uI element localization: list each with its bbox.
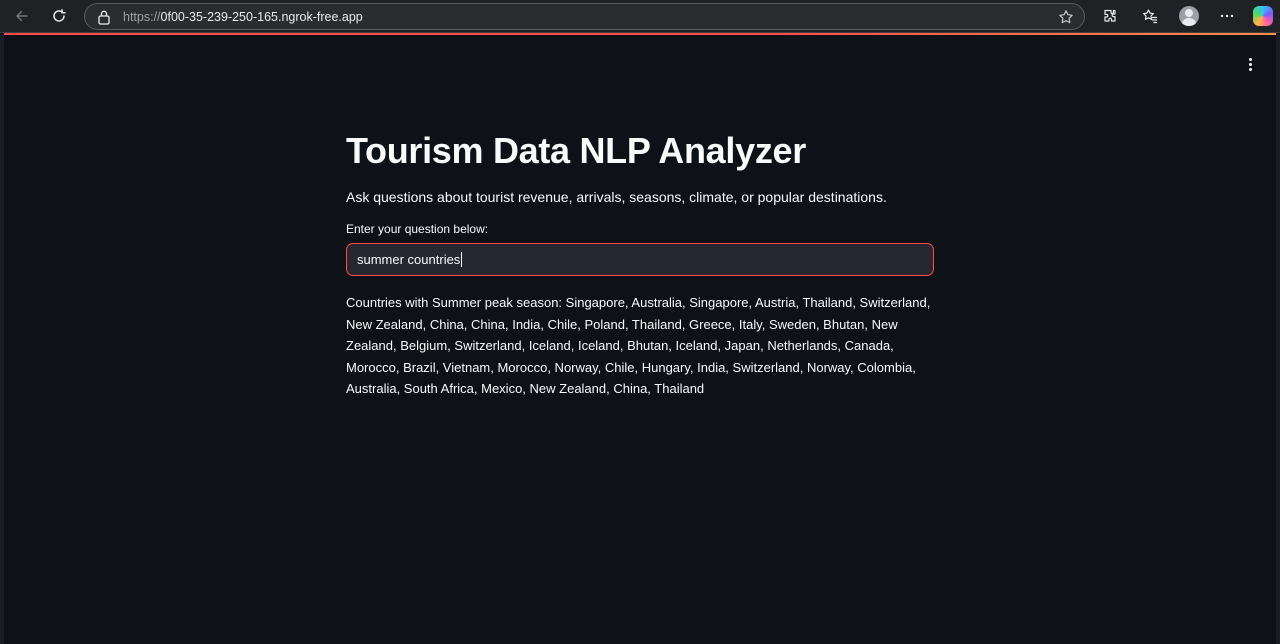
profile-icon[interactable] <box>1179 6 1199 26</box>
copilot-icon[interactable] <box>1253 6 1273 26</box>
address-bar[interactable]: https://0f00-35-239-250-165.ngrok-free.a… <box>84 3 1085 30</box>
question-input-value: summer countries <box>357 252 461 267</box>
page-subtitle: Ask questions about tourist revenue, arr… <box>346 189 887 205</box>
back-icon[interactable] <box>9 4 35 28</box>
question-input-label: Enter your question below: <box>346 222 489 236</box>
page-title: Tourism Data NLP Analyzer <box>346 130 806 171</box>
url-scheme: https:// <box>123 10 161 24</box>
menu-dot <box>1248 57 1252 61</box>
lock-icon[interactable] <box>97 9 111 25</box>
url-host: 0f00-35-239-250-165.ngrok-free.app <box>160 10 363 24</box>
reload-icon[interactable] <box>46 4 72 28</box>
url-text[interactable]: https://0f00-35-239-250-165.ngrok-free.a… <box>123 10 363 24</box>
favorites-icon[interactable] <box>1139 5 1161 27</box>
text-caret <box>461 252 463 267</box>
more-icon[interactable] <box>1216 5 1238 27</box>
answer-text: Countries with Summer peak season: Singa… <box>346 295 931 396</box>
extensions-icon[interactable] <box>1099 5 1121 27</box>
browser-toolbar: https://0f00-35-239-250-165.ngrok-free.a… <box>0 0 1280 33</box>
main-content: Tourism Data NLP Analyzer Ask questions … <box>346 127 938 400</box>
streamlit-app: Tourism Data NLP Analyzer Ask questions … <box>0 35 1280 644</box>
star-icon[interactable] <box>1058 9 1074 25</box>
menu-dot <box>1248 62 1252 66</box>
question-input[interactable]: summer countries <box>346 243 934 276</box>
menu-dot <box>1248 67 1252 71</box>
main-menu-button[interactable] <box>1240 53 1260 75</box>
